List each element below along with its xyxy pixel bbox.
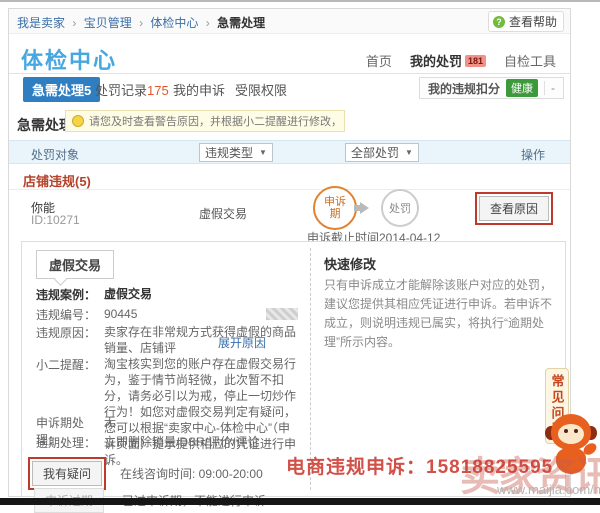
main-container: 我是卖家 › 宝贝管理 › 体检中心 › 急需处理 ? 查看帮助 体检中心 首页…	[8, 8, 571, 497]
column-penalty-object: 处罚对象	[31, 146, 79, 163]
quick-fix-text: 只有申诉成立才能解除该账户对应的处罚，建议您提供其相应凭证进行申诉。若申诉不成立…	[324, 276, 552, 352]
nav-self-check[interactable]: 自检工具	[504, 51, 556, 70]
expand-reason-link[interactable]: 展开原因	[218, 334, 266, 351]
mascot-arm	[581, 441, 598, 457]
reminder-row: 小二提醒： 淘宝核实到您的账户存在虚假交易行为，鉴于情节尚轻微，此次暂不扣分，请…	[36, 356, 300, 468]
arrow-icon	[360, 202, 369, 214]
reminder-value: 淘宝核实到您的账户存在虚假交易行为，鉴于情节尚轻微，此次暂不扣分，请务必引以为戒…	[104, 356, 300, 468]
tab-penalty-records[interactable]: 处罚记录175	[95, 80, 169, 99]
case-row: 违规案例： 虚假交易	[36, 286, 300, 303]
breadcrumb-health-center[interactable]: 体检中心	[150, 16, 198, 30]
tab-bar: 急需处理5 处罚记录175 我的申诉 受限权限 我的违规扣分 健康 -	[9, 74, 570, 104]
view-reason-button[interactable]: 查看原因	[479, 196, 549, 221]
tab-urgent[interactable]: 急需处理5	[23, 77, 100, 102]
code-row: 违规编号： 90445	[36, 306, 300, 323]
section-divider	[9, 189, 570, 190]
tab-urgent-label: 急需处理	[32, 83, 84, 98]
chevron-down-icon: ▼	[405, 148, 413, 157]
chevron-down-icon: ▼	[259, 148, 267, 157]
breadcrumb: 我是卖家 › 宝贝管理 › 体检中心 › 急需处理	[17, 14, 265, 31]
reason-value: 卖家存在非常规方式获得虚假的商品销量、店铺评	[104, 324, 300, 356]
tab-my-appeals[interactable]: 我的申诉	[173, 80, 225, 99]
shop-id: ID:10271	[31, 213, 80, 227]
appeal-period-label: 申诉期	[322, 196, 348, 220]
health-status-badge: 健康	[506, 79, 538, 97]
breadcrumb-seller[interactable]: 我是卖家	[17, 16, 65, 30]
violation-score-label: 我的违规扣分	[428, 80, 500, 97]
penalty-stage-label: 处罚	[389, 200, 411, 216]
breadcrumb-current: 急需处理	[217, 16, 265, 30]
nav-my-penalty-label: 我的处罚	[410, 54, 462, 69]
question-highlight: 我有疑问	[28, 457, 106, 490]
tab-penalty-records-count: 175	[147, 83, 169, 98]
tab-restricted-permissions[interactable]: 受限权限	[235, 80, 287, 99]
breadcrumb-separator: ›	[139, 16, 143, 30]
warning-notice-text: 请您及时查看警告原因，并根据小二提醒进行修改，避免被处罚。	[89, 113, 338, 129]
have-question-button[interactable]: 我有疑问	[32, 461, 102, 486]
quick-fix-title: 快速修改	[324, 254, 376, 273]
tab-my-appeals-label: 我的申诉	[173, 83, 225, 98]
violation-detail-panel: 虚假交易 违规案例： 虚假交易 违规编号： 90445 违规原因： 卖家存在非常…	[21, 241, 566, 497]
bottom-bar	[0, 498, 600, 505]
violation-type-select[interactable]: 违规类型 ▼	[199, 143, 273, 162]
view-help-label: 查看帮助	[509, 13, 557, 30]
warning-notice: 请您及时查看警告原因，并根据小二提醒进行修改，避免被处罚。	[65, 110, 345, 132]
nav-home[interactable]: 首页	[366, 51, 392, 70]
violation-type-cell: 虚假交易	[199, 205, 247, 222]
penalty-count-badge: 181	[465, 55, 486, 67]
overdue-handling-label: 逾期处理：	[36, 434, 104, 451]
mascot-eye	[574, 429, 578, 433]
breadcrumb-separator: ›	[206, 16, 210, 30]
all-penalties-select-value: 全部处罚	[351, 144, 399, 161]
violation-type-select-value: 违规类型	[205, 144, 253, 161]
mascot-ear	[585, 426, 597, 440]
all-penalties-select[interactable]: 全部处罚 ▼	[345, 143, 419, 162]
table-header-row: 处罚对象 违规类型 ▼ 全部处罚 ▼ 操作	[9, 140, 570, 164]
header-nav: 首页 我的处罚181 自检工具	[366, 51, 556, 70]
violation-score-widget[interactable]: 我的违规扣分 健康 -	[419, 77, 564, 99]
view-help-button[interactable]: ? 查看帮助	[488, 11, 564, 32]
code-label: 违规编号：	[36, 306, 104, 323]
page-title: 体检中心	[21, 43, 117, 75]
case-label: 违规案例：	[36, 286, 104, 303]
faq-side-tab[interactable]: 常见问题	[545, 368, 569, 444]
shop-violation-section-title: 店铺违规(5)	[23, 171, 91, 190]
tab-penalty-records-label: 处罚记录	[95, 83, 147, 98]
top-divider	[0, 0, 600, 2]
bulb-icon	[72, 115, 84, 127]
view-reason-highlight: 查看原因	[475, 192, 553, 225]
overdue-handling-row: 逾期处理： 立即删除销量/DSR/评价/评论	[36, 434, 300, 451]
breadcrumb-separator: ›	[72, 16, 76, 30]
tab-restricted-permissions-label: 受限权限	[235, 83, 287, 98]
reason-label: 违规原因：	[36, 324, 104, 356]
overdue-handling-value: 立即删除销量/DSR/评价/评论	[104, 434, 300, 451]
question-circle-icon: ?	[493, 16, 505, 28]
question-row: 我有疑问 在线咨询时间: 09:00-20:00	[28, 457, 263, 490]
column-action: 操作	[521, 146, 545, 163]
collapse-toggle[interactable]: -	[544, 81, 555, 95]
appeal-period-stage: 申诉期	[313, 186, 357, 230]
reminder-label: 小二提醒：	[36, 356, 104, 468]
panel-divider	[310, 248, 311, 490]
violation-tag[interactable]: 虚假交易	[36, 250, 114, 279]
tab-urgent-count: 5	[84, 83, 91, 98]
consult-time-note: 在线咨询时间: 09:00-20:00	[120, 465, 263, 482]
case-value: 虚假交易	[104, 286, 300, 303]
breadcrumb-bar: 我是卖家 › 宝贝管理 › 体检中心 › 急需处理 ? 查看帮助	[9, 9, 570, 34]
redaction-mosaic	[266, 308, 298, 320]
penalty-stage: 处罚	[381, 189, 419, 227]
nav-my-penalty[interactable]: 我的处罚181	[410, 51, 486, 70]
breadcrumb-item-management[interactable]: 宝贝管理	[84, 16, 132, 30]
